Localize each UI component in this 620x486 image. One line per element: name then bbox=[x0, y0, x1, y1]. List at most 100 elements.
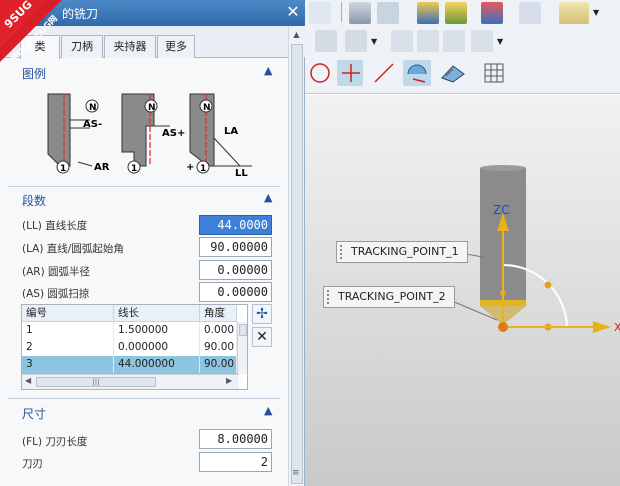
grid-icon[interactable] bbox=[481, 60, 507, 86]
legend-ar: AR bbox=[94, 162, 110, 173]
legend-n-1: N bbox=[89, 103, 97, 113]
add-segment-button[interactable]: ✢ bbox=[252, 304, 272, 324]
cell-number: 1 bbox=[22, 322, 114, 339]
delete-segment-button[interactable]: ✕ bbox=[252, 327, 272, 347]
tracking-point-1-label[interactable]: TRACKING_POINT_1 bbox=[336, 241, 468, 263]
cell-length: 0.000000 bbox=[114, 339, 200, 356]
zc-axis-label: ZC bbox=[493, 203, 510, 217]
table-row[interactable]: 2 0.000000 90.00 bbox=[22, 339, 237, 356]
chevron-down-icon[interactable]: ▼ bbox=[593, 8, 599, 17]
circle-point-icon[interactable] bbox=[307, 60, 333, 86]
constraint-icon[interactable] bbox=[345, 30, 367, 52]
tab-shank[interactable]: 刀柄 bbox=[61, 35, 103, 58]
collapse-icon[interactable]: ▲ bbox=[264, 64, 272, 77]
segments-table: 编号 线长 角度 1 1.500000 0.000 2 0.000000 90.… bbox=[21, 304, 248, 390]
drag-handle-icon[interactable] bbox=[340, 245, 346, 259]
ll-label: (LL) 直线长度 bbox=[22, 220, 88, 232]
flutes-label: 刀刃 bbox=[22, 458, 43, 470]
segments-section-title: 段数 bbox=[22, 194, 47, 208]
cell-angle: 0.000 bbox=[200, 322, 237, 339]
tool-dialog: 的铣刀 ✕ 类 刀柄 夹持器 更多 图例 ▲ N 1 AS- AR N 1 AS… bbox=[0, 0, 305, 486]
curve-icon[interactable] bbox=[377, 2, 399, 24]
legend-section-title: 图例 bbox=[22, 67, 47, 81]
ar-label: (AR) 圆弧半径 bbox=[22, 266, 91, 278]
x-axis-label: X bbox=[614, 321, 620, 334]
table-row-selected[interactable]: 3 44.000000 90.00 bbox=[22, 356, 237, 374]
table-vertical-scrollbar[interactable] bbox=[237, 322, 247, 374]
legend-one-2: 1 bbox=[131, 164, 137, 174]
legend-one-3: 1 bbox=[200, 164, 206, 174]
legend-plus: + bbox=[186, 162, 194, 173]
delete-icon: ✕ bbox=[256, 329, 268, 345]
legend-la: LA bbox=[224, 126, 238, 137]
table-row[interactable]: 1 1.500000 0.000 bbox=[22, 322, 237, 339]
cell-angle: 90.00 bbox=[200, 356, 237, 373]
graphics-toolbar: ▼ ▼ ▼ bbox=[305, 0, 620, 94]
collapse-icon[interactable]: ▲ bbox=[264, 191, 272, 204]
layer-icon[interactable] bbox=[349, 2, 371, 24]
col-header-angle[interactable]: 角度 bbox=[200, 305, 237, 322]
surface-icon[interactable] bbox=[439, 60, 467, 86]
grid-select-icon[interactable] bbox=[519, 2, 541, 24]
as-input[interactable]: 0.00000 bbox=[199, 282, 272, 302]
col-header-number[interactable]: 编号 bbox=[22, 305, 114, 322]
line-icon[interactable] bbox=[371, 60, 397, 86]
tracking-point-2-text: TRACKING_POINT_2 bbox=[338, 290, 446, 303]
legend-section-header[interactable]: 图例 ▲ bbox=[0, 62, 288, 84]
legend-figure-3 bbox=[189, 93, 252, 174]
divider bbox=[8, 398, 280, 399]
scroll-left-icon[interactable]: ◀ bbox=[25, 376, 31, 385]
shape-icon[interactable] bbox=[417, 2, 439, 24]
table-horizontal-scrollbar[interactable]: ◀ ||| ▶ bbox=[22, 374, 239, 389]
transform-icon[interactable] bbox=[443, 30, 465, 52]
scroll-thumb[interactable]: ||| bbox=[36, 377, 156, 387]
dialog-title: 的铣刀 bbox=[62, 7, 99, 21]
as-label: (AS) 圆弧扫掠 bbox=[22, 288, 90, 300]
chevron-down-icon[interactable]: ▼ bbox=[371, 37, 377, 46]
watermark-logo: 9SUG 学UG就上UG网 bbox=[0, 0, 62, 62]
dialog-vertical-scrollbar[interactable]: ▲ ≡ bbox=[288, 26, 304, 486]
cell-number: 2 bbox=[22, 339, 114, 356]
cell-angle: 90.00 bbox=[200, 339, 237, 356]
ar-input[interactable]: 0.00000 bbox=[199, 260, 272, 280]
scroll-thumb[interactable] bbox=[239, 324, 247, 336]
cell-number: 3 bbox=[22, 356, 114, 373]
tracking-point-2-label[interactable]: TRACKING_POINT_2 bbox=[323, 286, 455, 308]
copy-icon[interactable] bbox=[391, 30, 413, 52]
render-icon[interactable] bbox=[481, 2, 503, 24]
legend-n-3: N bbox=[203, 103, 211, 113]
col-header-length[interactable]: 线长 bbox=[114, 305, 200, 322]
measure-icon[interactable] bbox=[559, 2, 589, 24]
divider bbox=[341, 2, 342, 22]
la-label: (LA) 直线/圆弧起始角 bbox=[22, 243, 124, 255]
segments-section-header[interactable]: 段数 ▲ bbox=[0, 189, 288, 211]
divider bbox=[8, 186, 280, 187]
scroll-right-icon[interactable]: ▶ bbox=[226, 376, 232, 385]
legend-as-minus: AS- bbox=[83, 119, 102, 130]
ll-input[interactable]: 44.0000 bbox=[199, 215, 272, 235]
legend-diagram: N 1 AS- AR N 1 AS+ N 1 + LA LL bbox=[47, 93, 252, 179]
legend-as-plus: AS+ bbox=[162, 128, 185, 139]
feature-icon[interactable] bbox=[445, 2, 467, 24]
analysis-icon[interactable] bbox=[471, 30, 493, 52]
graphics-viewport[interactable]: ZC X TRACKING_POINT_1 TRACKING_POINT_2 bbox=[305, 95, 620, 486]
scroll-thumb[interactable] bbox=[291, 44, 303, 484]
tab-more[interactable]: 更多 bbox=[157, 35, 195, 58]
fl-input[interactable]: 8.00000 bbox=[199, 429, 272, 449]
la-input[interactable]: 90.00000 bbox=[199, 237, 272, 257]
close-icon[interactable]: ✕ bbox=[284, 3, 302, 21]
tab-holder[interactable]: 夹持器 bbox=[104, 35, 156, 58]
collapse-icon[interactable]: ▲ bbox=[264, 404, 272, 417]
chevron-down-icon[interactable]: ▼ bbox=[497, 37, 503, 46]
fl-label: (FL) 刀刃长度 bbox=[22, 436, 88, 448]
legend-n-2: N bbox=[148, 103, 156, 113]
scroll-up-icon[interactable]: ▲ bbox=[291, 30, 302, 40]
flutes-input[interactable]: 2 bbox=[199, 452, 272, 472]
view-cube-icon[interactable] bbox=[309, 2, 331, 24]
size-section-title: 尺寸 bbox=[22, 407, 47, 421]
crosshair-icon bbox=[342, 64, 360, 82]
align-icon[interactable] bbox=[417, 30, 439, 52]
drag-handle-icon[interactable] bbox=[327, 290, 333, 304]
size-section-header[interactable]: 尺寸 ▲ bbox=[0, 402, 288, 424]
snap-icon[interactable] bbox=[315, 30, 337, 52]
